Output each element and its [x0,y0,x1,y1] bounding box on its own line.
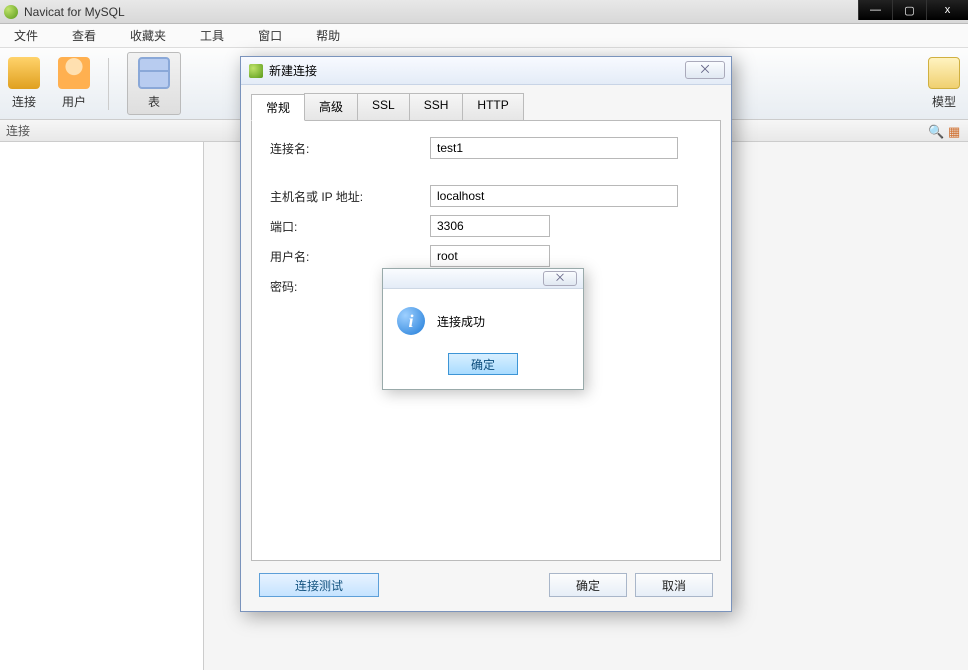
menu-view[interactable]: 查看 [64,25,104,46]
dialog-tabs: 常规 高级 SSL SSH HTTP [251,93,721,121]
menu-window[interactable]: 窗口 [250,25,290,46]
host-input[interactable] [430,185,678,207]
dialog-icon [249,64,263,78]
msgbox-titlebar[interactable]: ⨉ [383,269,583,289]
search-icon[interactable] [928,124,942,138]
dialog-titlebar[interactable]: 新建连接 ⨉ [241,57,731,85]
user-icon [58,57,90,89]
user-input[interactable] [430,245,550,267]
tool-table[interactable]: 表 [127,52,181,115]
tab-general[interactable]: 常规 [251,94,305,121]
tool-table-label: 表 [148,93,160,110]
message-box: ⨉ i 连接成功 确定 [382,268,584,390]
window-controls: — ▢ x [858,0,968,20]
port-input[interactable] [430,215,550,237]
dialog-buttons: 连接测试 确定 取消 [251,561,721,603]
conn-name-input[interactable] [430,137,678,159]
dialog-ok-button[interactable]: 确定 [549,573,627,597]
tab-advanced[interactable]: 高级 [304,93,358,120]
tab-http[interactable]: HTTP [462,93,523,120]
test-connection-button[interactable]: 连接测试 [259,573,379,597]
tab-ssl[interactable]: SSL [357,93,410,120]
minimize-button[interactable]: — [858,0,892,20]
menubar: 文件 查看 收藏夹 工具 窗口 帮助 [0,24,968,48]
menu-help[interactable]: 帮助 [308,25,348,46]
menu-favorites[interactable]: 收藏夹 [122,25,174,46]
tool-user-label: 用户 [62,93,86,110]
connection-tree[interactable] [0,142,204,670]
info-icon: i [397,307,425,335]
host-label: 主机名或 IP 地址: [270,188,430,205]
close-button[interactable]: x [926,0,968,20]
grid-view-icon[interactable] [948,124,962,138]
dialog-cancel-button[interactable]: 取消 [635,573,713,597]
port-label: 端口: [270,218,430,235]
tool-model[interactable]: 模型 [928,57,960,110]
toolbar-separator [108,58,109,110]
tool-model-label: 模型 [932,93,956,110]
msgbox-close-button[interactable]: ⨉ [543,271,577,286]
user-label: 用户名: [270,248,430,265]
dialog-close-button[interactable]: ⨉ [685,61,725,79]
menu-file[interactable]: 文件 [6,25,46,46]
app-title: Navicat for MySQL [24,5,125,19]
dialog-title: 新建连接 [269,62,317,79]
tool-user[interactable]: 用户 [58,57,90,110]
menu-tools[interactable]: 工具 [192,25,232,46]
table-icon [138,57,170,89]
titlebar: Navicat for MySQL — ▢ x [0,0,968,24]
tool-connect-label: 连接 [12,93,36,110]
connect-icon [8,57,40,89]
msgbox-text: 连接成功 [437,313,485,330]
model-icon [928,57,960,89]
maximize-button[interactable]: ▢ [892,0,926,20]
conn-name-label: 连接名: [270,140,430,157]
app-icon [4,5,18,19]
tab-ssh[interactable]: SSH [409,93,464,120]
msgbox-ok-button[interactable]: 确定 [448,353,518,375]
subheader-label: 连接 [6,122,30,139]
tool-connect[interactable]: 连接 [8,57,40,110]
